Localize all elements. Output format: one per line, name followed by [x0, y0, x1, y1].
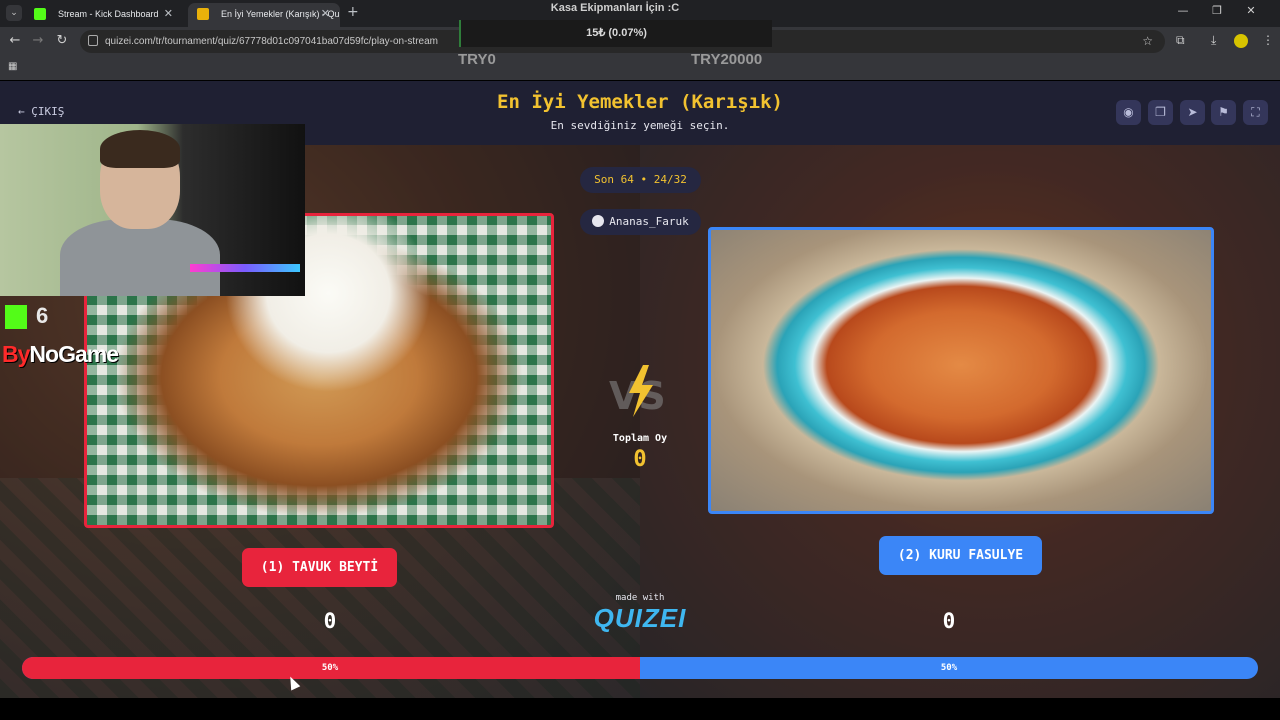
vote-split-bar: 50% 50%	[22, 657, 1258, 679]
extensions-icon[interactable]: ⧉	[1176, 33, 1185, 48]
donation-goal-bar: 15₺ (0.07%)	[459, 20, 772, 47]
flag-icon[interactable]: ⚑	[1211, 100, 1236, 125]
webcam-overlay	[0, 124, 305, 296]
donation-goal-title: Kasa Ekipmanları İçin :C	[550, 2, 680, 14]
browser-tab-kick[interactable]: Stream - Kick Dashboard ✕	[25, 3, 183, 27]
total-votes-value: 0	[633, 447, 647, 472]
user-icon	[592, 215, 605, 227]
bookmarks-bar: ▦	[0, 56, 1280, 80]
new-tab-button[interactable]: +	[347, 4, 359, 20]
copy-icon[interactable]: ❐	[1148, 100, 1173, 125]
quizei-logo[interactable]: QUIZEI	[590, 603, 690, 634]
right-percent-label: 50%	[940, 663, 958, 673]
rgb-keyboard	[190, 264, 300, 272]
bookmark-star-icon[interactable]: ☆	[1142, 30, 1153, 53]
close-window-icon[interactable]: ✕	[1234, 4, 1268, 17]
restore-icon[interactable]: ❐	[1200, 4, 1234, 17]
right-option-image-kuru-fasulye[interactable]	[708, 227, 1214, 514]
kick-favicon-icon	[34, 8, 46, 20]
left-option-button[interactable]: (1) TAVUK BEYTİ	[242, 548, 397, 587]
tab-search-button[interactable]: ⌄	[6, 5, 22, 21]
streamer-body	[60, 219, 220, 296]
right-vote-count: 0	[942, 609, 956, 633]
made-with-text: made with	[615, 593, 665, 603]
left-vote-count: 0	[323, 609, 337, 633]
donation-goal-min: TRY0	[458, 51, 496, 68]
streamer-hair	[100, 130, 180, 168]
left-percent-label: 50%	[321, 663, 339, 673]
forward-arrow-icon[interactable]: →	[29, 32, 47, 50]
donation-goal-max: TRY20000	[691, 51, 763, 68]
round-stage-badge: Son 64 • 24/32	[580, 167, 701, 193]
username-badge: Ananas_Faruk	[580, 209, 701, 235]
address-url[interactable]: quizei.com/tr/tournament/quiz/67778d01c0…	[105, 30, 438, 53]
right-option-button[interactable]: (2) KURU FASULYE	[879, 536, 1042, 575]
vs-icon: VS	[609, 365, 666, 418]
apps-grid-icon[interactable]: ▦	[8, 61, 20, 73]
browser-menu-icon[interactable]: ⋮	[1262, 33, 1274, 47]
reload-icon[interactable]: ↻	[53, 32, 71, 50]
sponsor-rest: NoGame	[29, 341, 119, 367]
site-info-icon[interactable]	[88, 35, 98, 46]
tab-title: Stream - Kick Dashboard	[58, 9, 159, 19]
close-tab-icon[interactable]: ✕	[321, 3, 330, 25]
window-controls: — ❐ ✕	[1166, 4, 1268, 17]
kick-logo-icon	[5, 305, 27, 329]
kick-follower-count: 6	[36, 303, 49, 328]
fullscreen-icon[interactable]: ⛶	[1243, 100, 1268, 125]
total-votes-label: Toplam Oy	[612, 433, 668, 444]
download-icon[interactable]: ⤓	[1211, 33, 1216, 48]
close-tab-icon[interactable]: ✕	[164, 3, 173, 25]
donation-goal-progress: 15₺ (0.07%)	[586, 27, 647, 39]
eye-icon[interactable]: ◉	[1116, 100, 1141, 125]
share-icon[interactable]: ➤	[1180, 100, 1205, 125]
username-text: Ananas_Faruk	[609, 215, 689, 228]
quizei-favicon-icon	[197, 8, 209, 20]
profile-avatar[interactable]	[1234, 34, 1248, 48]
minimize-icon[interactable]: —	[1166, 4, 1200, 17]
sponsor-logo: ByNoGame	[2, 341, 119, 368]
back-arrow-icon[interactable]: ←	[6, 32, 24, 50]
quiz-title: En İyi Yemekler (Karışık)	[497, 91, 783, 113]
sponsor-prefix: By	[2, 341, 30, 367]
browser-tab-quizei[interactable]: En İyi Yemekler (Karışık) - Quizei ✕	[188, 3, 340, 27]
